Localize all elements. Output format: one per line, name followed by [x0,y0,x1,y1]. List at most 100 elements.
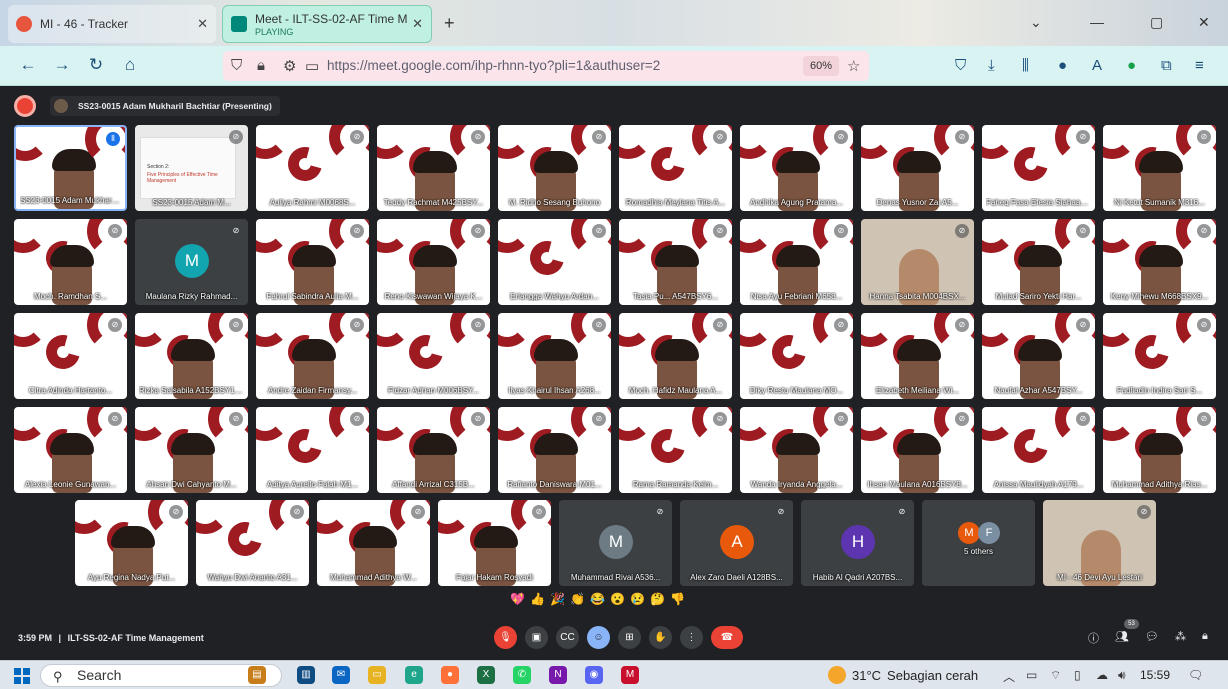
menu-icon[interactable]: ≡ [1195,57,1204,74]
taskbar-search[interactable]: ⚲ Search [40,664,282,687]
participant-tile[interactable]: ⊘ Citra Adinda Hartanto... [14,313,127,399]
participant-tile[interactable]: ⊘ Moch. Ramdhan S... [14,219,127,305]
briefcase-icon[interactable]: ▤ [248,666,266,684]
participant-tile[interactable]: ⊘ Keny Mihewu M668BSX9... [1103,219,1216,305]
edge-icon[interactable]: e [405,666,423,684]
participant-tile[interactable]: M ⊘ Muhammad Rivai A536... [559,500,672,586]
task-view-icon[interactable]: ▥ [297,666,315,684]
firefox-icon[interactable]: ● [441,666,459,684]
bookmark-star-icon[interactable]: ☆ [847,57,860,75]
onenote-icon[interactable]: N [549,666,567,684]
participant-tile[interactable]: H ⊘ Habib Al Qadri A207BS... [801,500,914,586]
participant-tile[interactable]: ⊘ Rafianto Daniswara M01... [498,407,611,493]
lock-icon[interactable]: 🔒︎ [257,57,265,74]
download-icon[interactable]: ⤓ [988,57,995,74]
participant-tile[interactable]: ⊘ Fadliadin Indira Sari S... [1103,313,1216,399]
participant-tile[interactable]: M ⊘ Maulana Rizky Rahmad... [135,219,248,305]
mcafee-icon[interactable]: M [621,666,639,684]
participant-tile[interactable]: ⊘ Ayu Regina Nadya Put... [75,500,188,586]
participant-tile[interactable]: ⊘ Faheq Fasa Efesia Siahaan... [982,125,1095,211]
participant-tile[interactable]: ⊘ Nisa Ayu Febriani M658... [740,219,853,305]
reaction-emoji-button[interactable]: 💖 [510,592,525,606]
participant-tile[interactable]: ⊘ Teddy Rachmat M425BSY... [377,125,490,211]
raise-hand-button[interactable]: ✋ [649,626,672,649]
weather-widget[interactable]: 31°C Sebagian cerah [828,666,978,684]
discord-icon[interactable]: ◉ [585,666,603,684]
reaction-emoji-button[interactable]: 😂 [590,592,605,606]
tab-list-chevron-icon[interactable]: ⌄ [1030,14,1042,31]
windows-start-icon[interactable] [14,668,30,684]
participant-tile[interactable]: ⊘ Fajar Hakam Rosyadi [438,500,551,586]
participant-tile[interactable]: A ⊘ Alex Zaro Daeli A128BS... [680,500,793,586]
participant-tile[interactable]: ⊘ Anissa Maulidyah A179... [982,407,1095,493]
end-call-button[interactable]: ☎ [711,626,743,649]
tray-chevron-icon[interactable]: ︿ [1003,668,1015,685]
activities-icon[interactable]: ⁂ [1175,630,1186,646]
minimize-icon[interactable]: — [1090,14,1104,30]
taskbar-clock[interactable]: 15:59 [1140,668,1170,682]
participant-tile[interactable]: ⦀ SS23-0015 Adam Mukharil... [14,125,127,211]
participant-tile[interactable]: ⊘ Ni Ketut Sumanik M316... [1103,125,1216,211]
participant-tile[interactable]: ⊘ Alexia Leonie Gunawan... [14,407,127,493]
participant-tile[interactable]: ⊘ Ahsan Dwi Cahyanto M... [135,407,248,493]
window-close-icon[interactable]: ✕ [1198,14,1210,31]
participant-tile[interactable]: ⊘ Affandi Arrizal C315B... [377,407,490,493]
participant-tile[interactable]: ⊘ Denas Yusnor Zai A5... [861,125,974,211]
participant-tile[interactable]: ⊘ Muhammad Adithya W... [317,500,430,586]
chat-icon[interactable]: 💬︎ [1145,630,1159,646]
permissions-icon[interactable]: ⚙ [283,57,296,75]
profile-icon[interactable]: ● [1058,57,1067,74]
reaction-emoji-button[interactable]: 😢 [630,592,645,606]
extensions-icon[interactable]: ⧉ [1161,57,1172,74]
forward-arrow-icon[interactable]: → [51,55,73,75]
reaction-emoji-button[interactable]: 👎 [670,592,685,606]
participant-tile[interactable]: ⊘ Fidzar Adrian M006BSY... [377,313,490,399]
reload-icon[interactable]: ↻ [85,55,107,75]
reaction-emoji-button[interactable]: 👏 [570,592,585,606]
camera-button[interactable]: ▣ [525,626,548,649]
participant-tile[interactable]: ⊘ Andhika Agung Pratama... [740,125,853,211]
browser-tab-meet[interactable]: Meet - ILT-SS-02-AF Time Management PLAY… [222,5,432,43]
zoom-level[interactable]: 60% [803,56,839,76]
participant-tile[interactable]: ⊘ Wahyu Dwi Ananto A31... [196,500,309,586]
participant-tile[interactable]: ⊘ Diky Restu Maulana MO... [740,313,853,399]
emoji-button[interactable]: ☺ [587,626,610,649]
library-icon[interactable]: ⫼ [1022,57,1029,74]
more-button[interactable]: ⋮ [680,626,703,649]
participant-tile[interactable]: ⊘ Reno Kiswawan Wijaya K... [377,219,490,305]
pocket-icon[interactable]: ⛉ [955,57,966,74]
translate-icon[interactable]: A [1092,57,1102,74]
reaction-emoji-button[interactable]: 👍 [530,592,545,606]
participant-tile[interactable]: ⊘ Aditya Aurello Falah M1... [256,407,369,493]
captions-button[interactable]: CC [556,626,579,649]
close-tab-icon[interactable]: ✕ [412,16,423,32]
participant-tile[interactable]: ⊘ Tasia Pu... A547BSY6... [619,219,732,305]
participant-tile[interactable]: ⊘ Elizabeth Meiliana Wi... [861,313,974,399]
browser-tab-tracker[interactable]: MI - 46 - Tracker ✕ [8,5,216,43]
participant-tile[interactable]: ⊘ Naufal Azhar A547BSY... [982,313,1095,399]
participant-tile[interactable]: ⊘ Auliya Rahmi M0068S... [256,125,369,211]
url-bar[interactable]: ⛉ 🔒︎ ⚙ ▭ https://meet.google.com/ihp-rhn… [223,51,869,81]
reaction-emoji-button[interactable]: 🎉 [550,592,565,606]
meeting-details-icon[interactable]: ⓘ [1088,630,1099,646]
participant-tile[interactable]: ⊘ Erlangga Wahyu Ardan... [498,219,611,305]
whatsapp-icon[interactable]: ✆ [513,666,531,684]
reaction-emoji-button[interactable]: 😮 [610,592,625,606]
close-tab-icon[interactable]: ✕ [197,16,208,32]
mic-off-button[interactable]: 🎙 [494,626,517,649]
host-controls-icon[interactable]: 🔒︎ [1202,630,1208,646]
participant-tile[interactable]: ⊘ Ilyas Khairul Ihsan A268... [498,313,611,399]
camera-permission-icon[interactable]: ▭ [305,57,319,75]
participant-tile[interactable]: ⊘ MI - 46 Devi Ayu Lestari [1043,500,1156,586]
present-button[interactable]: ⊞ [618,626,641,649]
participant-tile[interactable]: ⊘ Wanda Iryanda Anggela... [740,407,853,493]
url-text[interactable]: https://meet.google.com/ihp-rhnn-tyo?pli… [327,58,660,73]
wifi-icon[interactable]: ⌔ [1050,668,1061,683]
maximize-icon[interactable]: ▢ [1150,14,1163,31]
volume-icon[interactable]: 🔊︎ [1118,668,1126,683]
participant-tile[interactable]: ⊘ Muhammad Adithya Rias... [1103,407,1216,493]
participant-tile[interactable]: ⊘ M. Ridho Sesang Buhono [498,125,611,211]
onedrive-icon[interactable]: ☁ [1096,668,1108,682]
grammarly-icon[interactable]: ● [1127,57,1136,74]
participant-tile[interactable]: ⊘ Hanna Tsabita M004BSX... [861,219,974,305]
